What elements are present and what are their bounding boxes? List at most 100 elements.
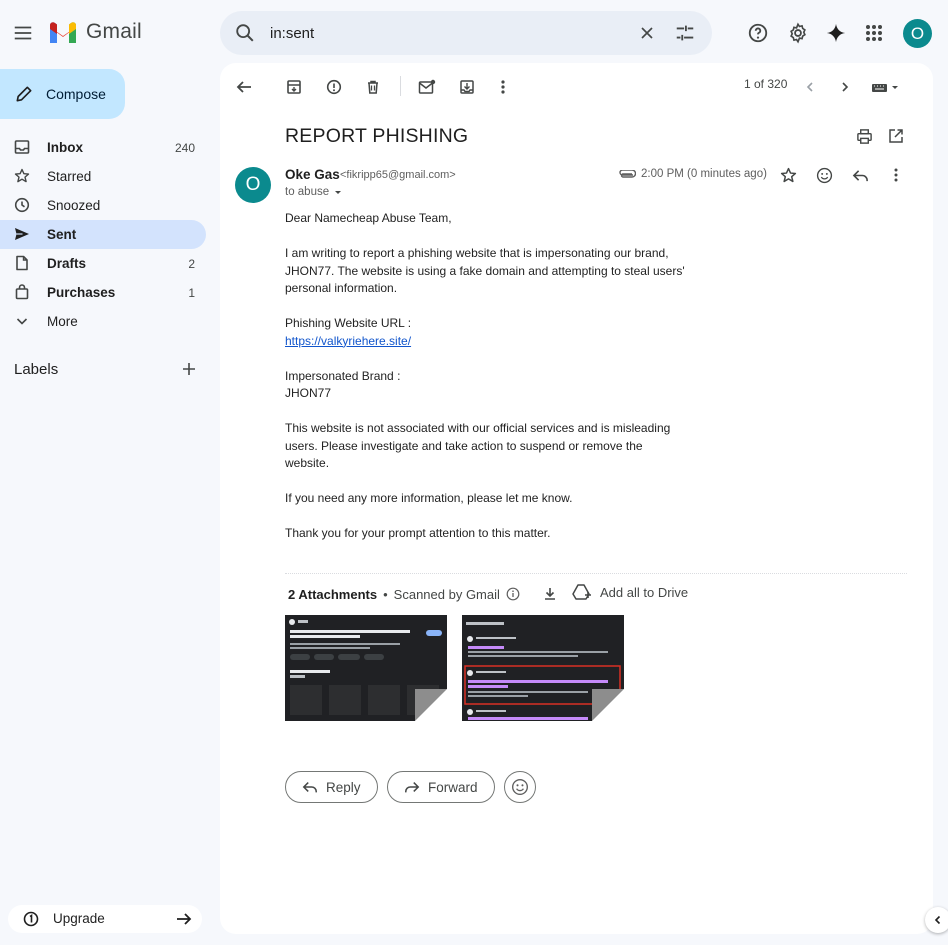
drive-add-icon — [572, 584, 591, 600]
print-icon[interactable] — [854, 126, 874, 146]
inbox-icon — [14, 140, 30, 154]
hamburger-icon — [14, 26, 32, 40]
main-menu-button[interactable] — [12, 22, 34, 44]
reply-label: Reply — [326, 779, 361, 795]
attachment-clip-icon — [618, 170, 636, 180]
scanned-label: Scanned by Gmail — [393, 586, 500, 602]
compose-label: Compose — [46, 86, 106, 102]
clear-search-icon[interactable] — [637, 23, 657, 43]
recipient-text: to abuse — [285, 186, 330, 198]
sidebar-item-label: Sent — [47, 227, 77, 242]
upgrade-info-icon — [23, 911, 39, 927]
page-fold — [592, 689, 624, 721]
back-arrow-icon[interactable] — [234, 77, 254, 97]
reply-button[interactable]: Reply — [285, 771, 378, 803]
sidebar-item-label: Inbox — [47, 140, 83, 155]
sidebar-item-drafts[interactable]: Drafts 2 — [0, 249, 206, 278]
sidebar-item-inbox[interactable]: Inbox 240 — [0, 133, 206, 162]
caret-down-icon — [335, 191, 342, 194]
app-name: Gmail — [86, 20, 142, 43]
phishing-url-link[interactable]: https://valkyriehere.site/ — [285, 334, 411, 348]
forward-button[interactable]: Forward — [387, 771, 495, 803]
more-vert-icon[interactable] — [493, 77, 513, 97]
mark-unread-icon[interactable] — [417, 77, 437, 97]
open-new-window-icon[interactable] — [886, 126, 906, 146]
clock-icon — [14, 197, 30, 213]
sidebar-nav: Inbox 240 Starred Snoozed Sent Drafts 2 … — [0, 133, 210, 336]
search-input[interactable] — [270, 11, 620, 55]
attachment-thumbnail[interactable] — [285, 615, 447, 721]
body-brand-label: Impersonated Brand : — [285, 368, 401, 383]
reply-arrow-icon[interactable] — [850, 165, 870, 185]
download-all-icon[interactable] — [542, 586, 558, 602]
sidebar-item-label: Purchases — [47, 285, 116, 300]
archive-icon[interactable] — [284, 77, 304, 97]
emoji-reaction-button[interactable] — [504, 771, 536, 803]
star-icon[interactable] — [778, 165, 798, 185]
account-avatar[interactable]: O — [903, 19, 932, 48]
add-label-icon[interactable] — [181, 361, 197, 377]
move-to-icon[interactable] — [457, 77, 477, 97]
sender-avatar[interactable]: O — [235, 167, 271, 203]
body-closing: Thank you for your prompt attention to t… — [285, 526, 551, 540]
report-spam-icon[interactable] — [324, 77, 344, 97]
page-fold — [415, 689, 447, 721]
body-brand: JHON77 — [285, 386, 332, 400]
gmail-logo[interactable]: Gmail — [48, 20, 142, 44]
sidebar-item-label: Snoozed — [47, 198, 101, 213]
message-more-vert-icon[interactable] — [886, 165, 906, 185]
body-paragraph: I am writing to report a phishing websit… — [285, 246, 685, 295]
unread-count: 1 — [188, 285, 195, 300]
sender-email: <fikripp65@gmail.com> — [340, 169, 456, 181]
pencil-icon — [16, 86, 32, 102]
arrow-right-icon — [177, 913, 192, 925]
input-tools-keyboard-icon[interactable] — [870, 77, 902, 97]
body-url-label: Phishing Website URL : — [285, 316, 412, 330]
search-icon[interactable] — [234, 22, 256, 44]
labels-heading: Labels — [14, 361, 59, 378]
emoji-icon — [512, 779, 528, 795]
body-paragraph: If you need any more information, please… — [285, 491, 573, 505]
settings-gear-icon[interactable] — [786, 21, 810, 45]
compose-button[interactable]: Compose — [0, 69, 125, 119]
gemini-sparkle-icon[interactable] — [824, 21, 848, 45]
unread-count: 240 — [174, 140, 195, 155]
delete-trash-icon[interactable] — [363, 77, 383, 97]
side-panel-toggle-button[interactable] — [925, 907, 948, 933]
help-icon[interactable] — [746, 21, 770, 45]
upgrade-label: Upgrade — [53, 911, 105, 926]
sidebar-item-more[interactable]: More — [0, 307, 206, 336]
chevron-down-icon — [16, 318, 28, 325]
bag-icon — [15, 284, 29, 300]
info-icon[interactable] — [506, 587, 520, 601]
unread-count: 2 — [188, 256, 195, 271]
attachments-divider — [285, 573, 907, 574]
forward-icon — [405, 782, 420, 793]
sidebar-item-starred[interactable]: Starred — [0, 162, 206, 191]
sidebar-item-label: Drafts — [47, 256, 87, 271]
recipient-details[interactable]: to abuse — [285, 186, 343, 198]
body-greeting: Dear Namecheap Abuse Team, — [285, 211, 452, 225]
newer-chevron-left-icon[interactable] — [800, 77, 820, 97]
apps-grid-icon[interactable] — [862, 21, 886, 45]
sidebar-item-snoozed[interactable]: Snoozed — [0, 191, 206, 220]
attachment-thumbnail[interactable] — [462, 615, 624, 721]
forward-label: Forward — [428, 779, 478, 795]
toolbar-divider — [400, 76, 401, 96]
search-options-icon[interactable] — [674, 22, 696, 44]
email-subject: REPORT PHISHING — [285, 125, 469, 147]
sidebar-item-label: More — [47, 314, 78, 329]
upgrade-button[interactable]: Upgrade — [8, 905, 202, 933]
gmail-m-icon — [50, 22, 76, 43]
sidebar-item-purchases[interactable]: Purchases 1 — [0, 278, 206, 307]
star-icon — [14, 168, 30, 183]
message-view: 1 of 320 REPORT PHISHING O Oke Gas <fikr… — [220, 63, 933, 934]
attachments-header: 2 Attachments • Scanned by Gmail — [288, 586, 558, 602]
sidebar-item-sent[interactable]: Sent — [0, 220, 206, 249]
draft-icon — [16, 255, 28, 271]
add-all-to-drive-button[interactable]: Add all to Drive — [572, 583, 688, 601]
add-reaction-emoji-icon[interactable] — [814, 165, 834, 185]
body-paragraph: This website is not associated with our … — [285, 421, 671, 470]
older-chevron-right-icon[interactable] — [835, 77, 855, 97]
sender-name[interactable]: Oke Gas — [285, 167, 340, 182]
